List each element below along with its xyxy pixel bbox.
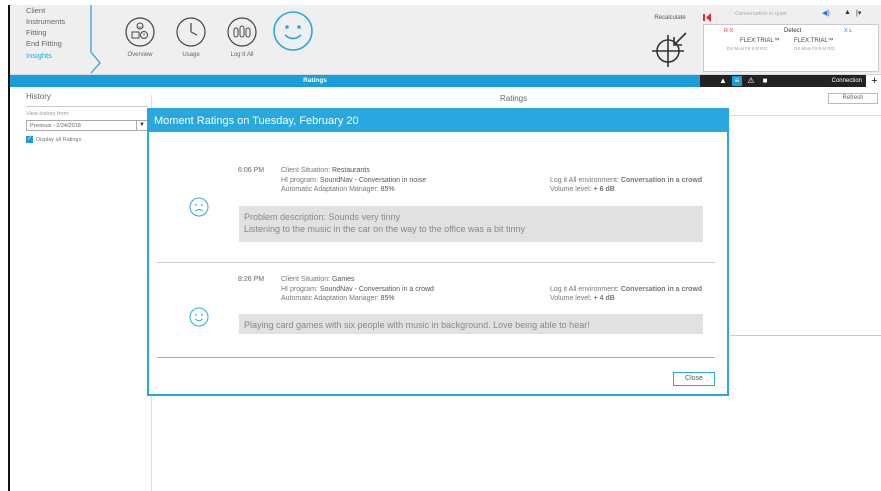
device-panel: Conversation in quiet ◀) ▲ |▾ R X Detect… (700, 7, 881, 75)
rating-entry: 8:26 PM Client Situation: Games HI progr… (157, 276, 715, 346)
comment-description: Playing card games with six people with … (239, 314, 703, 334)
panel-divider (730, 115, 881, 116)
panel-divider (730, 335, 881, 336)
clock-icon (176, 17, 206, 47)
log-it-all-label: Log It All (230, 52, 254, 58)
app-window: Client Instruments Fitting End Fitting I… (8, 5, 881, 491)
entry-separator (157, 262, 715, 263)
history-select-value: Previous - 2/24/2018 (30, 123, 81, 129)
moment-ratings-dialog: Moment Ratings on Tuesday, February 20 6… (147, 108, 729, 396)
overview-button[interactable]: Overview (119, 16, 161, 68)
history-title: History (26, 92, 148, 107)
history-date-select[interactable]: Previous - 2/24/2018 ▼ (26, 120, 148, 131)
overview-icon (125, 17, 155, 47)
rating-entry: 6:06 PM Client Situation: Restaurants HI… (157, 167, 715, 249)
left-device-name: FLEX:TRIAL™ (740, 38, 780, 44)
rating-time: 8:26 PM (238, 276, 265, 283)
problem-description: Problem description: Sounds very tinny L… (239, 206, 703, 242)
recalculate-crosshair-icon[interactable] (648, 27, 692, 71)
warning-icon[interactable]: ⚠ (746, 76, 756, 86)
client-situation: Client Situation: Restaurants (281, 167, 370, 174)
list-status-icon[interactable]: ≡ (732, 76, 742, 86)
recalculate-label: Recalculate (654, 15, 686, 21)
history-from-label: View history from: (26, 111, 70, 117)
usage-label: Usage (182, 52, 200, 58)
log-environment: Log it All environment: Conversation in … (550, 177, 703, 184)
top-toolbar: Client Instruments Fitting End Fitting I… (10, 5, 881, 75)
person-status-icon[interactable]: ▲ (718, 76, 728, 86)
description-line: Playing card games with six people with … (244, 320, 590, 330)
dialog-title: Moment Ratings on Tuesday, February 20 (149, 110, 727, 132)
volume-level: Volume level: + 4 dB (550, 295, 615, 302)
close-button[interactable]: Close (673, 372, 715, 386)
right-device-status: X L (844, 28, 853, 34)
speaker-icon[interactable]: ◀) (822, 9, 830, 17)
log-environment: Log it All environment: Conversation in … (550, 286, 703, 293)
checkbox-checked-icon[interactable]: ✓ (26, 136, 33, 143)
aam-value: Automatic Adaptation Manager: 85% (281, 186, 395, 193)
nav-item-insights[interactable]: Insights (26, 51, 52, 60)
display-all-ratings-checkbox[interactable]: ✓ Display all Ratings (26, 136, 148, 143)
volume-level: Volume level: + 6 dB (550, 186, 615, 193)
usage-button[interactable]: Usage (170, 16, 212, 68)
description-line: Listening to the music in the car on the… (244, 224, 525, 234)
aam-value: Automatic Adaptation Manager: 85% (281, 295, 395, 302)
nav-chevron-icon (90, 5, 101, 74)
entry-separator (157, 357, 715, 358)
connection-button[interactable]: Connection (814, 75, 866, 87)
nav-item-end-fitting[interactable]: End Fitting (26, 39, 62, 48)
sad-face-icon (189, 197, 209, 217)
history-panel: History View history from: Previous - 2/… (26, 92, 148, 143)
log-it-all-button[interactable]: Log It All (221, 16, 263, 68)
nav-item-instruments[interactable]: Instruments (26, 17, 65, 26)
ratings-tab-strip: Ratings ▲ ≡ ⚠ ■ Connection + (10, 75, 881, 87)
status-icon-bar: ▲ ≡ ⚠ ■ Connection + (700, 75, 881, 87)
refresh-button[interactable]: Refresh (828, 93, 878, 104)
nav-item-client[interactable]: Client (26, 6, 45, 15)
person-icon[interactable]: ▲ (844, 9, 851, 16)
overview-label: Overview (127, 52, 153, 58)
add-button[interactable]: + (866, 75, 881, 87)
hi-program: HI program: SoundNav - Conversation in a… (281, 286, 434, 293)
client-situation: Client Situation: Games (281, 276, 355, 283)
left-device-status: R X (724, 28, 734, 34)
description-line: Problem description: Sounds very tinny (244, 212, 401, 222)
hi-program: HI program: SoundNav - Conversation in n… (281, 177, 427, 184)
right-device-name: FLEX:TRIAL™ (794, 38, 834, 44)
chat-icon[interactable]: ■ (760, 76, 770, 86)
volume-controls: ◀) ▲ |▾ (822, 9, 878, 20)
ratings-panel-title: Ratings (500, 94, 528, 103)
tab-ratings[interactable]: Ratings (285, 75, 345, 87)
display-all-ratings-label: Display all Ratings (36, 136, 82, 143)
mute-icon[interactable] (703, 9, 711, 22)
detect-button[interactable]: Detect (784, 28, 801, 34)
right-device-model: DX Mosi Fit 9 M RIC (794, 46, 836, 51)
ratings-button[interactable] (268, 10, 318, 62)
main-navigation: Client Instruments Fitting End Fitting I… (10, 5, 105, 75)
chevron-down-icon[interactable]: ▼ (136, 121, 147, 130)
chevron-down-icon[interactable]: |▾ (856, 9, 861, 17)
smiley-ratings-icon (273, 11, 313, 51)
rating-time: 6:06 PM (238, 167, 265, 174)
left-device-model: DX Mosi Fit 9 M RIC (727, 46, 769, 51)
happy-face-icon (189, 307, 209, 327)
detect-devices-box: R X Detect X L FLEX:TRIAL™ FLEX:TRIAL™ D… (703, 24, 879, 72)
nav-item-fitting[interactable]: Fitting (26, 28, 46, 37)
program-field[interactable]: Conversation in quiet (718, 9, 804, 19)
log-it-all-icon (227, 17, 257, 47)
